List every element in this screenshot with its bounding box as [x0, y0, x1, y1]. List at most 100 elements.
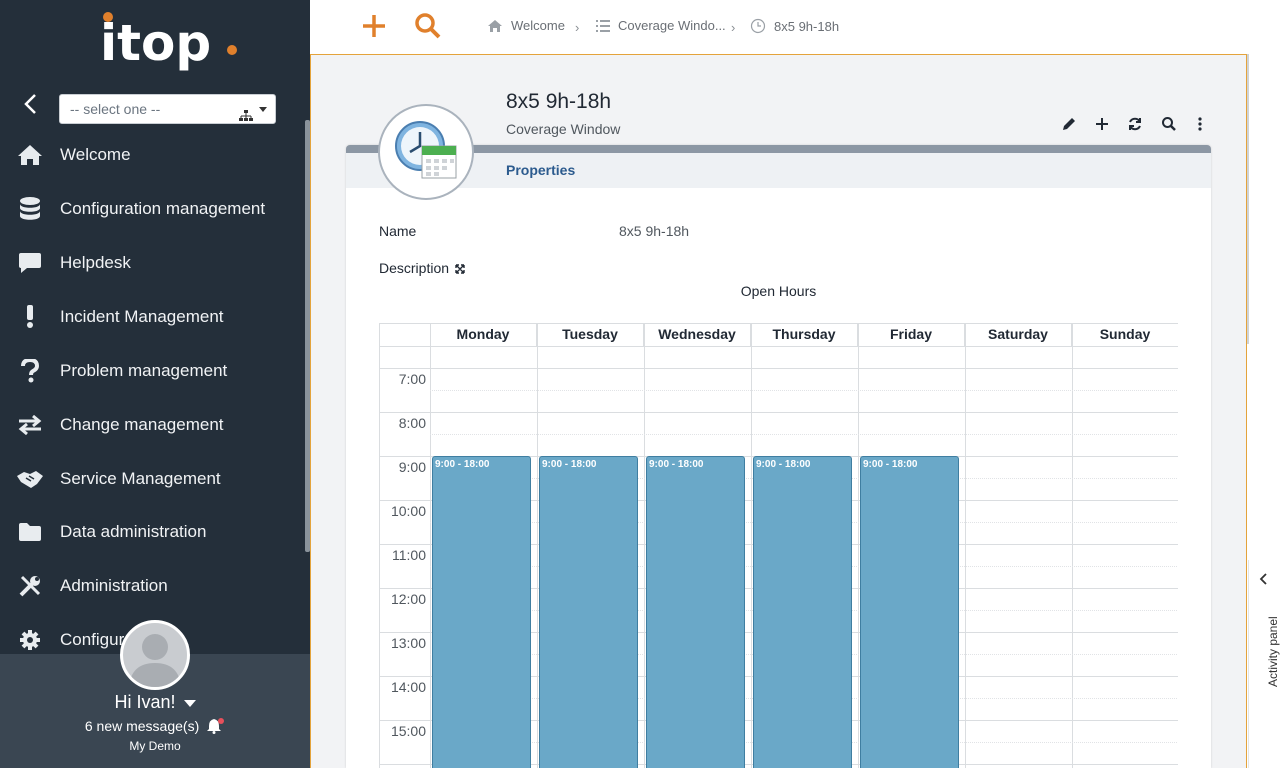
calendar-time-label: 7:00: [398, 371, 426, 387]
org-tree-icon: [239, 103, 253, 131]
breadcrumb-welcome[interactable]: Welcome: [487, 18, 565, 33]
menu-item-change-management[interactable]: Change management: [0, 405, 302, 445]
menu-label: Helpdesk: [60, 253, 131, 272]
calendar-time-label: 9:00: [398, 459, 426, 475]
menu-label: Configuration management: [60, 199, 266, 218]
clock-icon: [750, 18, 766, 34]
calendar-time-label: 15:00: [390, 723, 426, 739]
chat-bubble-icon: [16, 251, 44, 275]
search-button[interactable]: [1161, 116, 1177, 132]
name-label: Name: [379, 223, 417, 239]
main-scrollbar[interactable]: [1247, 54, 1249, 344]
new-messages-text: 6 new message(s): [84, 718, 200, 735]
breadcrumb-separator-icon: ›: [731, 20, 736, 35]
gear-icon: [16, 628, 44, 652]
user-greeting[interactable]: Hi Ivan!: [0, 692, 310, 713]
menu-label: Incident Management: [60, 307, 224, 326]
top-bar: Welcome › Coverage Windo... › 8x5 9h-18h: [310, 0, 1280, 54]
handshake-icon: [16, 467, 44, 491]
user-greeting-text: Hi Ivan!: [114, 692, 176, 712]
breadcrumb-current[interactable]: 8x5 9h-18h: [750, 18, 839, 34]
collapse-menu-icon[interactable]: [20, 92, 42, 116]
calendar-header-divider: [380, 346, 1178, 347]
breadcrumb-label: 8x5 9h-18h: [774, 18, 840, 34]
activity-panel-label: Activity panel: [1266, 616, 1280, 687]
pencil-icon: [1063, 118, 1075, 130]
calendar-time-label: 12:00: [390, 591, 426, 607]
calendar-slot-line: [430, 434, 1178, 435]
user-organization: My Demo: [129, 739, 181, 753]
object-title: 8x5 9h-18h: [506, 90, 612, 113]
menu-item-administration[interactable]: Administration: [0, 566, 302, 606]
more-actions-button[interactable]: [1192, 116, 1208, 132]
chevron-down-icon: [259, 107, 267, 112]
menu-label: Change management: [60, 415, 224, 434]
itop-logo[interactable]: itop: [100, 8, 240, 80]
coverage-window-icon: [378, 104, 474, 200]
menu-label: Service Management: [60, 469, 221, 488]
search-icon: [1162, 117, 1176, 131]
tools-icon: [16, 574, 44, 598]
menu-item-configuration-management[interactable]: Configuration management: [0, 189, 302, 229]
menu-item-service-management[interactable]: Service Management: [0, 459, 302, 499]
calendar-day-header: Wednesday: [644, 324, 751, 346]
avatar[interactable]: [120, 620, 190, 690]
menu-item-welcome[interactable]: Welcome: [0, 135, 302, 175]
menu-item-data-administration[interactable]: Data administration: [0, 512, 302, 552]
new-object-button[interactable]: [360, 12, 388, 40]
calendar-day-header: Friday: [858, 324, 965, 346]
menu-item-helpdesk[interactable]: Helpdesk: [0, 243, 302, 283]
calendar-slot-line: [430, 390, 1178, 391]
refresh-icon: [1129, 117, 1141, 131]
tab-properties[interactable]: Properties: [506, 162, 575, 178]
svg-text:itop: itop: [100, 14, 211, 72]
new-button[interactable]: [1094, 116, 1110, 132]
calendar-caption: Open Hours: [740, 283, 817, 299]
edit-button[interactable]: [1061, 116, 1077, 132]
calendar-day-header: Monday: [430, 324, 537, 346]
calendar-day-header: Saturday: [965, 324, 1072, 346]
open-hours-event[interactable]: 9:00 - 18:00: [860, 456, 959, 768]
breadcrumb-coverage-windows[interactable]: Coverage Windo...: [596, 18, 726, 33]
object-class: Coverage Window: [506, 121, 621, 137]
refresh-button[interactable]: [1127, 116, 1143, 132]
open-hours-event[interactable]: 9:00 - 18:00: [753, 456, 852, 768]
global-search-button[interactable]: [414, 12, 442, 40]
menu-item-problem-management[interactable]: Problem management: [0, 351, 302, 391]
menu-label: Welcome: [60, 145, 131, 164]
question-icon: [16, 359, 44, 383]
plus-icon: [363, 15, 385, 37]
breadcrumb-label: Welcome: [511, 18, 565, 33]
breadcrumb-label: Coverage Windo...: [618, 18, 726, 33]
activity-panel-toggle[interactable]: Activity panel: [1248, 560, 1280, 768]
name-value: 8x5 9h-18h: [619, 223, 690, 239]
menu-label: Data administration: [60, 522, 207, 541]
calendar-day-header: Tuesday: [537, 324, 644, 346]
description-label-text: Description: [379, 260, 450, 276]
open-hours-event[interactable]: 9:00 - 18:00: [539, 456, 638, 768]
new-messages[interactable]: 6 new message(s): [0, 718, 310, 737]
open-hours-event[interactable]: 9:00 - 18:00: [432, 456, 531, 768]
calendar-time-label: 8:00: [398, 415, 426, 431]
plus-icon: [1096, 118, 1108, 130]
kebab-menu-icon: [1198, 117, 1202, 131]
organization-select[interactable]: -- select one --: [59, 94, 276, 124]
home-icon: [16, 143, 44, 167]
open-hours-event[interactable]: 9:00 - 18:00: [646, 456, 745, 768]
calendar-day-header: Thursday: [751, 324, 858, 346]
menu-label: Problem management: [60, 361, 228, 380]
home-icon: [487, 19, 503, 33]
calendar-slot-line: [380, 368, 1178, 369]
breadcrumb-separator-icon: ›: [575, 20, 580, 35]
calendar-time-label: 13:00: [390, 635, 426, 651]
calendar-slot-line: [380, 412, 1178, 413]
menu-label: Configur: [60, 630, 125, 649]
open-hours-calendar: Monday Tuesday Wednesday Thursday Friday Satu…: [379, 323, 1178, 768]
description-label: Description: [379, 260, 465, 277]
list-icon: [596, 19, 610, 32]
calendar-time-label: 11:00: [392, 547, 426, 563]
exclamation-icon: [16, 305, 44, 329]
menu-item-incident-management[interactable]: Incident Management: [0, 297, 302, 337]
expand-icon[interactable]: [455, 261, 465, 277]
tab-bar: Properties: [346, 153, 1211, 188]
